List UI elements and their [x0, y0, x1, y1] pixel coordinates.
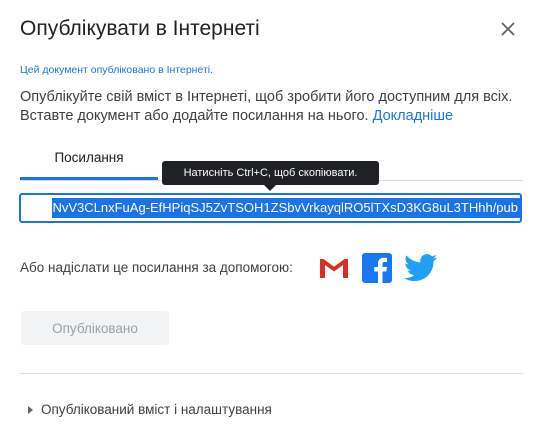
- twitter-icon[interactable]: [404, 254, 438, 282]
- publish-link-value: NvV3CLnxFuAg-EfHPiqSJ5ZvTSOH1ZSbvVrkayql…: [52, 198, 520, 218]
- publish-link-field[interactable]: NvV3CLnxFuAg-EfHPiqSJ5ZvTSOH1ZSbvVrkayql…: [19, 193, 522, 223]
- tab-link-label: Посилання: [54, 150, 124, 165]
- published-notice: Цей документ опубліковано в Інтернеті.: [20, 64, 214, 76]
- publish-dialog: Опублікувати в Інтернеті Цей документ оп…: [0, 0, 541, 431]
- tooltip-arrow: [264, 185, 276, 191]
- published-settings-toggle[interactable]: Опублікований вміст і налаштування: [28, 402, 272, 417]
- tab-link[interactable]: Посилання: [20, 148, 158, 180]
- facebook-icon[interactable]: [362, 253, 392, 283]
- gmail-icon[interactable]: [318, 256, 350, 280]
- close-button[interactable]: [497, 18, 519, 40]
- close-icon: [501, 22, 515, 36]
- settings-label: Опублікований вміст і налаштування: [41, 402, 272, 417]
- share-label: Або надіслати це посилання за допомогою:: [20, 260, 293, 275]
- dialog-title: Опублікувати в Інтернеті: [20, 17, 260, 40]
- copy-tooltip: Натисніть Ctrl+C, щоб скопіювати.: [162, 161, 379, 185]
- caret-right-icon: [28, 405, 33, 414]
- active-tab-indicator: [20, 177, 158, 180]
- published-button[interactable]: Опубліковано: [21, 311, 169, 345]
- dialog-description: Опублікуйте свій вміст в Інтернеті, щоб …: [20, 88, 525, 126]
- learn-more-link[interactable]: Докладніше: [373, 108, 453, 124]
- divider: [20, 373, 523, 374]
